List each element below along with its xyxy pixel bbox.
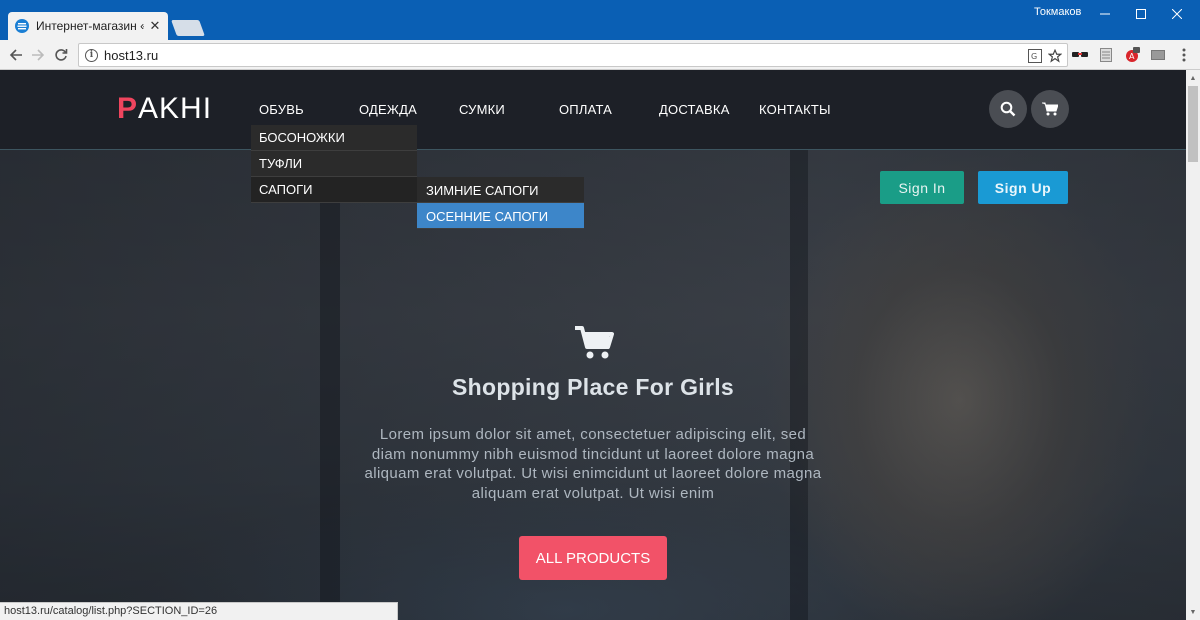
web-page: PAKHI ОБУВЬ ОДЕЖДА СУМКИ ОПЛАТА ДОСТАВКА… <box>0 70 1186 620</box>
extension-cast-icon[interactable] <box>1150 47 1166 63</box>
profile-name[interactable]: Токмаков <box>1034 6 1081 18</box>
site-favicon-icon <box>15 19 29 33</box>
nav-item-contacts[interactable]: КОНТАКТЫ <box>759 102 831 117</box>
back-icon[interactable] <box>5 44 27 66</box>
browser-titlebar: Интернет-магазин «Оде ✕ Токмаков <box>0 0 1200 40</box>
sign-up-button[interactable]: Sign Up <box>978 171 1068 204</box>
site-header: PAKHI ОБУВЬ ОДЕЖДА СУМКИ ОПЛАТА ДОСТАВКА… <box>0 70 1186 150</box>
browser-tab[interactable]: Интернет-магазин «Оде ✕ <box>8 12 168 40</box>
all-products-button[interactable]: ALL PRODUCTS <box>519 536 667 580</box>
hero-description: Lorem ipsum dolor sit amet, consectetuer… <box>364 426 822 502</box>
search-icon <box>1000 101 1016 117</box>
scroll-down-icon[interactable]: ▼ <box>1186 604 1200 620</box>
scroll-up-icon[interactable]: ▲ <box>1186 70 1200 86</box>
bookmark-star-icon[interactable] <box>1047 48 1063 64</box>
forward-icon[interactable] <box>27 44 49 66</box>
svg-text:A: A <box>1129 52 1135 61</box>
site-logo[interactable]: PAKHI <box>117 92 212 126</box>
scrollbar-thumb[interactable] <box>1188 86 1198 162</box>
new-tab-button[interactable] <box>171 20 205 36</box>
extension-glasses-icon[interactable] <box>1072 47 1088 63</box>
browser-menu-icon[interactable] <box>1176 47 1192 63</box>
tab-close-icon[interactable]: ✕ <box>148 18 162 34</box>
tab-title: Интернет-магазин «Оде <box>36 19 144 33</box>
status-bar-url: host13.ru/catalog/list.php?SECTION_ID=26 <box>0 602 398 620</box>
hero-title: Shopping Place For Girls <box>452 374 734 400</box>
svg-text:G: G <box>1031 52 1037 61</box>
cart-button[interactable] <box>1031 90 1069 128</box>
sign-in-button[interactable]: Sign In <box>880 171 964 204</box>
address-url: host13.ru <box>104 47 159 63</box>
page-scrollbar[interactable]: ▲ ▼ <box>1186 70 1200 620</box>
nav-item-shoes[interactable]: ОБУВЬ <box>259 102 304 117</box>
translate-icon[interactable]: G <box>1027 48 1043 64</box>
site-info-icon[interactable]: i <box>85 48 98 62</box>
close-window-icon[interactable] <box>1154 0 1200 28</box>
nav-item-payment[interactable]: ОПЛАТА <box>559 102 612 117</box>
dropdown-item-sandals[interactable]: БОСОНОЖКИ <box>251 125 417 151</box>
shoes-dropdown: БОСОНОЖКИ ТУФЛИ САПОГИ <box>251 125 417 203</box>
reload-icon[interactable] <box>50 44 72 66</box>
nav-item-bags[interactable]: СУМКИ <box>459 102 505 117</box>
dropdown-item-boots[interactable]: САПОГИ <box>251 177 417 203</box>
browser-toolbar: i host13.ru G A <box>0 40 1200 70</box>
boots-submenu: ЗИМНИЕ САПОГИ ОСЕННИЕ САПОГИ <box>417 177 584 229</box>
cart-icon <box>1042 102 1058 116</box>
nav-item-delivery[interactable]: ДОСТАВКА <box>659 102 730 117</box>
shopping-cart-icon <box>575 326 614 359</box>
extension-reader-icon[interactable] <box>1098 47 1114 63</box>
submenu-item-winter-boots[interactable]: ЗИМНИЕ САПОГИ <box>417 177 584 203</box>
search-button[interactable] <box>989 90 1027 128</box>
submenu-item-autumn-boots[interactable]: ОСЕННИЕ САПОГИ <box>417 203 584 229</box>
nav-item-clothing[interactable]: ОДЕЖДА <box>359 102 417 117</box>
dropdown-item-pumps[interactable]: ТУФЛИ <box>251 151 417 177</box>
address-bar[interactable]: i host13.ru G <box>78 43 1068 67</box>
extension-adblock-icon[interactable]: A <box>1124 47 1140 63</box>
